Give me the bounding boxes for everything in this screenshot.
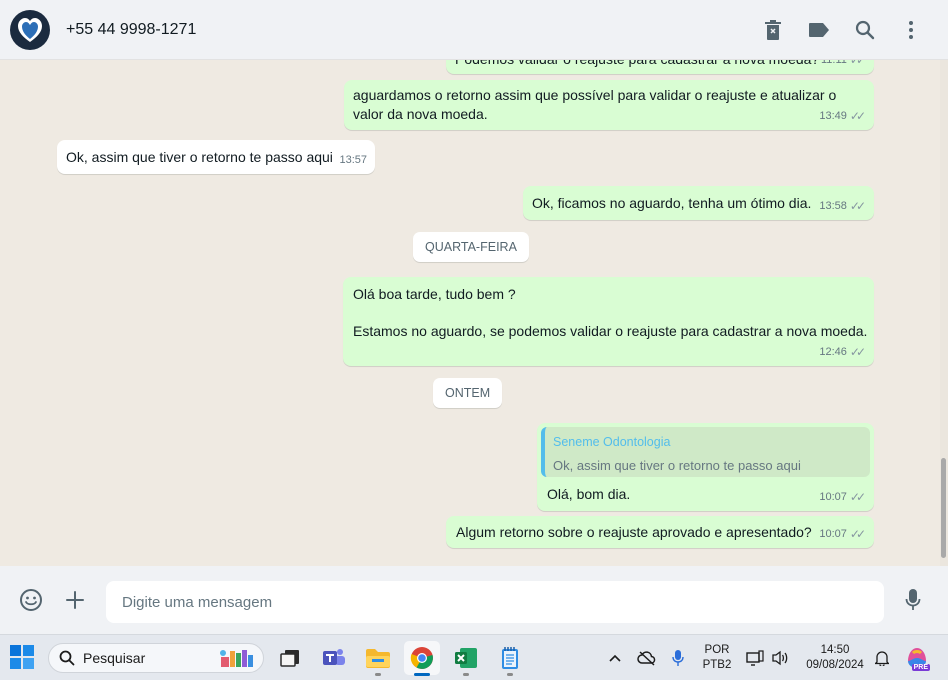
taskbar-excel[interactable] — [448, 641, 484, 676]
tray-network[interactable] — [744, 635, 766, 680]
double-check-icon: ✓✓ — [849, 60, 866, 67]
tray-language[interactable]: POR PTB2 — [696, 635, 738, 680]
cloud-offline-icon — [637, 651, 656, 666]
active-indicator — [414, 673, 430, 676]
scrollbar-thumb[interactable] — [941, 458, 946, 558]
network-icon — [746, 650, 764, 666]
search-icon — [855, 20, 875, 39]
message-meta: 10:07 ✓✓ — [819, 488, 866, 507]
taskbar-task-view[interactable] — [272, 641, 308, 675]
teams-icon — [323, 649, 345, 665]
message-text: Olá, bom dia. — [547, 486, 631, 502]
double-check-icon: ✓✓ — [849, 490, 866, 504]
menu-icon — [909, 20, 913, 39]
day-divider: QUARTA-FEIRA — [413, 232, 529, 262]
tray-notifications[interactable] — [872, 635, 892, 680]
running-indicator — [375, 673, 381, 676]
running-indicator — [507, 673, 513, 676]
taskbar-notepad[interactable] — [492, 641, 528, 676]
message-list[interactable]: Podemos validar o reajuste para cadastra… — [0, 60, 940, 566]
windows-logo-icon — [10, 645, 34, 669]
chrome-icon — [410, 647, 433, 669]
day-divider: ONTEM — [433, 378, 503, 408]
message-text: aguardamos o retorno assim que possível … — [353, 87, 837, 122]
search-icon — [59, 650, 75, 666]
microphone-icon — [672, 650, 684, 666]
bell-icon — [875, 651, 889, 666]
tray-volume[interactable] — [768, 635, 792, 680]
plus-icon — [66, 591, 84, 609]
message-text: Olá boa tarde, tudo bem ? Estamos no agu… — [353, 286, 868, 339]
message-text: Podemos validar o reajuste para cadastra… — [455, 60, 819, 69]
trash-icon — [765, 19, 781, 40]
message-meta: 11:11 ✓✓ — [821, 60, 866, 70]
message-outgoing[interactable]: Podemos validar o reajuste para cadastra… — [446, 60, 874, 74]
emoji-icon — [20, 589, 42, 611]
tooth-logo-icon — [18, 17, 42, 42]
double-check-icon: ✓✓ — [849, 109, 866, 123]
taskbar-chrome[interactable] — [404, 641, 440, 676]
task-view-icon — [280, 650, 299, 667]
tray-microphone[interactable] — [667, 635, 689, 680]
message-outgoing[interactable]: Ok, ficamos no aguardo, tenha um ótimo d… — [523, 186, 874, 220]
taskbar-search[interactable]: Pesquisar — [48, 643, 264, 673]
notepad-icon — [502, 647, 518, 669]
message-meta: 13:57 — [339, 154, 367, 166]
quote-author: Seneme Odontologia — [553, 435, 671, 449]
tray-onedrive[interactable] — [634, 635, 660, 680]
search-messages-button[interactable] — [842, 10, 888, 50]
taskbar-teams[interactable] — [316, 641, 352, 675]
message-text: Algum retorno sobre o reajuste aprovado … — [456, 524, 812, 540]
taskbar-file-explorer[interactable] — [360, 641, 396, 676]
start-button[interactable] — [10, 645, 34, 674]
quote-text: Ok, assim que tiver o retorno te passo a… — [553, 458, 801, 473]
menu-button[interactable] — [888, 10, 934, 50]
chat-scrollbar[interactable] — [940, 60, 948, 566]
label-button[interactable] — [796, 10, 842, 50]
message-meta: 13:49 ✓✓ — [819, 107, 866, 126]
message-outgoing[interactable]: Algum retorno sobre o reajuste aprovado … — [446, 516, 874, 548]
message-incoming[interactable]: Ok, assim que tiver o retorno te passo a… — [57, 140, 375, 174]
tray-overflow-button[interactable] — [604, 635, 626, 680]
message-text: Ok, ficamos no aguardo, tenha um ótimo d… — [532, 195, 812, 211]
chevron-up-icon — [609, 654, 621, 662]
folder-icon — [366, 649, 390, 668]
volume-icon — [772, 650, 788, 666]
message-meta: 13:58 ✓✓ — [819, 197, 866, 216]
copilot-badge: PRE — [911, 664, 930, 671]
message-input[interactable] — [106, 581, 884, 623]
contact-name[interactable]: +55 44 9998-1271 — [66, 21, 196, 39]
message-text: Ok, assim que tiver o retorno te passo a… — [66, 149, 333, 165]
taskbar-search-label: Pesquisar — [83, 650, 146, 666]
double-check-icon: ✓✓ — [849, 345, 866, 359]
message-outgoing-reply[interactable]: Seneme Odontologia Ok, assim que tiver o… — [537, 423, 874, 511]
attach-button[interactable] — [53, 578, 97, 622]
tray-copilot[interactable]: PRE — [902, 635, 932, 680]
microphone-icon — [905, 589, 921, 610]
tray-clock[interactable]: 14:50 09/08/2024 — [798, 635, 872, 680]
double-check-icon: ✓✓ — [849, 527, 866, 541]
message-outgoing[interactable]: aguardamos o retorno assim que possível … — [344, 80, 874, 130]
message-composer — [0, 566, 948, 634]
quoted-message[interactable]: Seneme Odontologia Ok, assim que tiver o… — [541, 427, 870, 477]
voice-message-button[interactable] — [891, 578, 935, 622]
delete-chat-button[interactable] — [750, 10, 796, 50]
windows-taskbar: Pesquisar POR PTB2 14:50 09/08/2024 PRE — [0, 634, 948, 680]
double-check-icon: ✓✓ — [849, 199, 866, 213]
label-icon — [809, 22, 829, 37]
running-indicator — [463, 673, 469, 676]
chat-header: +55 44 9998-1271 — [0, 0, 948, 60]
message-meta: 10:07 ✓✓ — [819, 525, 866, 544]
search-highlight-books-icon — [220, 650, 253, 667]
avatar[interactable] — [10, 9, 50, 50]
message-outgoing[interactable]: Olá boa tarde, tudo bem ? Estamos no agu… — [343, 277, 874, 366]
emoji-button[interactable] — [9, 578, 53, 622]
message-meta: 12:46 ✓✓ — [819, 343, 866, 362]
excel-icon — [455, 648, 477, 668]
